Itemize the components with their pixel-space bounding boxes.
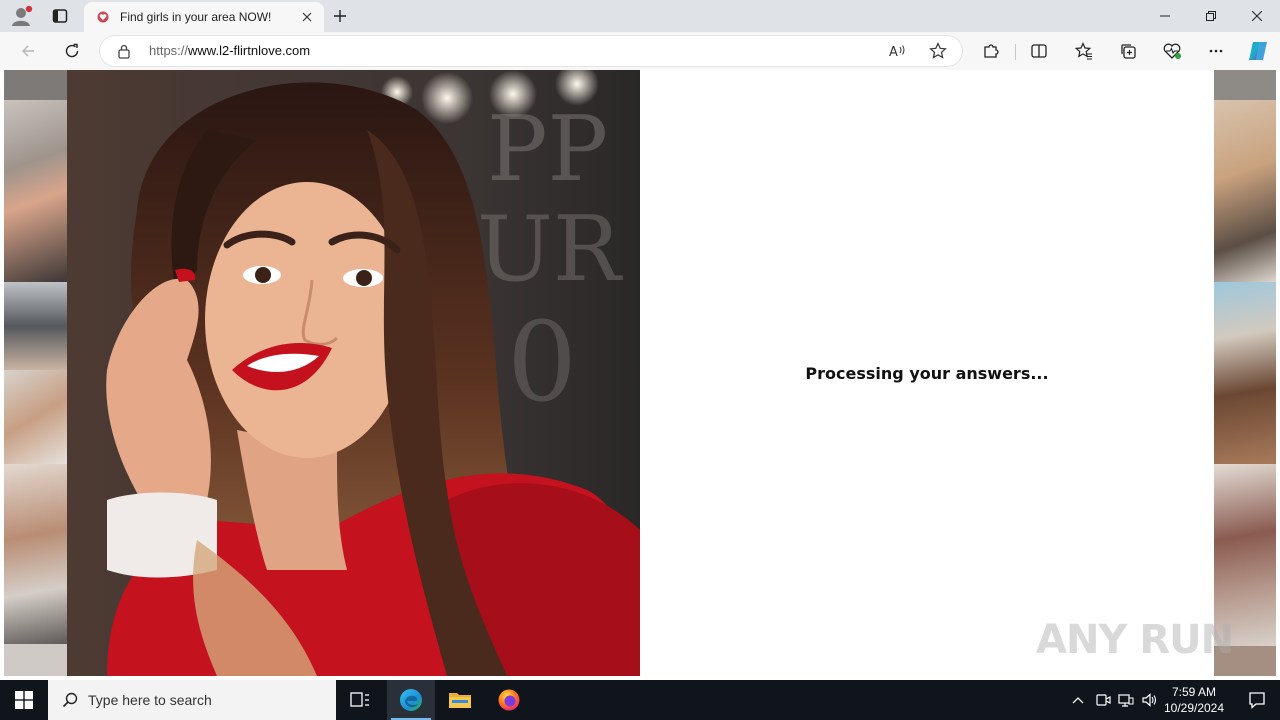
reload-icon <box>65 43 79 58</box>
watermark-text: ANY RUN <box>1036 617 1234 663</box>
collage-photo <box>4 70 67 100</box>
close-window-button[interactable] <box>1234 0 1280 32</box>
collage-photo <box>1214 100 1276 282</box>
clock-date: 10/29/2024 <box>1163 701 1225 715</box>
start-button[interactable] <box>0 680 48 720</box>
svg-text:A: A <box>889 45 898 59</box>
tray-overflow-icon[interactable] <box>1068 680 1088 720</box>
restore-button[interactable] <box>1188 0 1234 32</box>
split-screen-icon <box>1031 44 1047 58</box>
taskbar-clock[interactable]: 7:59 AM 10/29/2024 <box>1160 684 1228 716</box>
favorites-button[interactable] <box>1070 37 1098 65</box>
extensions-button[interactable] <box>977 37 1005 65</box>
collage-photo <box>4 644 67 676</box>
firefox-icon <box>498 689 520 711</box>
browser-tab[interactable]: Find girls in your area NOW! <box>84 2 324 32</box>
photo-collage-left <box>4 70 67 676</box>
clock-time: 7:59 AM <box>1171 685 1217 699</box>
collage-photo <box>1214 282 1276 464</box>
meet-now-icon[interactable] <box>1093 680 1113 720</box>
collage-photo <box>4 282 67 370</box>
taskbar-search[interactable]: Type here to search <box>48 680 336 720</box>
page-viewport: PP UR 0 Processing your answers... <box>4 70 1276 676</box>
browser-toolbar: https://www.l2-flirtnlove.com A <box>0 32 1280 70</box>
copilot-icon <box>1249 42 1267 60</box>
favorites-icon <box>1075 42 1092 60</box>
url-host: www.l2-flirtnlove.com <box>188 43 311 58</box>
taskbar: Type here to search 7:59 AM 10/29/2024 <box>0 680 1280 720</box>
taskbar-file-explorer[interactable] <box>436 680 484 720</box>
copilot-button[interactable] <box>1244 37 1272 65</box>
task-view-button[interactable] <box>336 680 384 720</box>
windows-icon <box>15 691 33 709</box>
network-icon[interactable] <box>1116 680 1136 720</box>
tab-actions-icon[interactable] <box>48 5 72 27</box>
profile-icon[interactable] <box>10 5 34 27</box>
more-icon <box>1209 49 1223 53</box>
minimize-button[interactable] <box>1142 0 1188 32</box>
notification-icon <box>1249 692 1265 709</box>
browser-essentials-button[interactable] <box>1158 37 1186 65</box>
svg-text:0: 0 <box>507 298 577 426</box>
back-button[interactable] <box>14 37 42 65</box>
search-icon <box>60 690 80 710</box>
close-tab-icon[interactable] <box>296 6 318 28</box>
edge-icon <box>400 689 422 711</box>
puzzle-icon <box>984 44 999 58</box>
search-placeholder: Type here to search <box>88 692 212 708</box>
folder-icon <box>449 693 471 708</box>
taskbar-firefox[interactable] <box>485 680 533 720</box>
heart-favicon-icon <box>96 10 110 24</box>
collage-photo <box>1214 70 1276 100</box>
task-view-icon <box>350 692 369 707</box>
heart-pulse-icon <box>1163 43 1181 59</box>
read-aloud-icon[interactable]: A <box>888 41 908 61</box>
taskbar-edge[interactable] <box>387 680 435 720</box>
url-scheme: https:// <box>149 43 189 58</box>
restore-icon <box>1206 11 1216 21</box>
collage-photo <box>4 464 67 644</box>
close-icon <box>1252 11 1262 21</box>
collage-photo <box>4 100 67 282</box>
svg-text:UR: UR <box>477 197 623 302</box>
reload-button[interactable] <box>58 37 86 65</box>
collage-photo <box>4 370 67 464</box>
address-bar[interactable]: https://www.l2-flirtnlove.com A <box>100 36 962 66</box>
collections-button[interactable] <box>1114 37 1142 65</box>
content-panel: Processing your answers... <box>640 70 1214 676</box>
url-text[interactable]: https://www.l2-flirtnlove.com <box>149 43 310 58</box>
anyrun-watermark: ANY RUN <box>1036 608 1236 672</box>
split-screen-button[interactable] <box>1025 37 1053 65</box>
more-button[interactable] <box>1202 37 1230 65</box>
star-icon[interactable] <box>928 41 948 61</box>
lock-icon[interactable] <box>116 43 132 59</box>
tab-strip: Find girls in your area NOW! <box>0 0 1280 32</box>
minimize-icon <box>1160 15 1170 17</box>
new-tab-button[interactable] <box>328 5 352 27</box>
notifications-button[interactable] <box>1234 680 1280 720</box>
photo-collage-right <box>1214 70 1276 676</box>
hero-photo: PP UR 0 <box>67 70 640 676</box>
plus-icon <box>334 10 346 22</box>
processing-message: Processing your answers... <box>805 364 1049 383</box>
tab-title: Find girls in your area NOW! <box>120 10 272 24</box>
volume-icon[interactable] <box>1140 680 1160 720</box>
back-arrow-icon <box>22 45 34 57</box>
collections-icon <box>1121 44 1136 59</box>
